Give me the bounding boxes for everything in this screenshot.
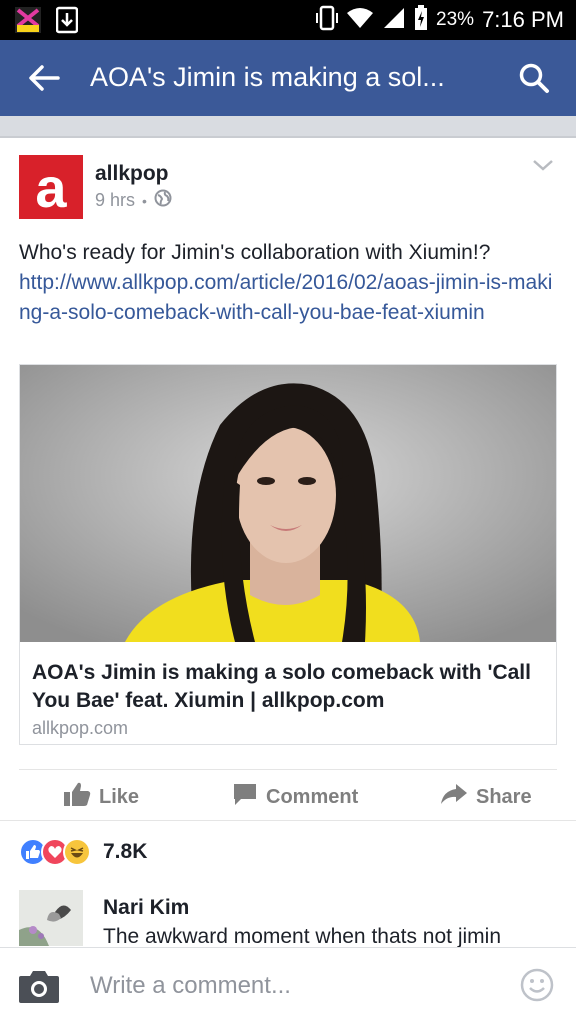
post-link[interactable]: http://www.allkpop.com/article/2016/02/a… bbox=[19, 268, 559, 328]
post-text: Who's ready for Jimin's collaboration wi… bbox=[19, 241, 491, 264]
avatar-letter: a bbox=[35, 156, 67, 219]
app-notification-icon bbox=[14, 6, 42, 39]
camera-icon[interactable] bbox=[18, 968, 60, 1004]
share-icon bbox=[440, 782, 468, 812]
download-icon bbox=[55, 6, 79, 39]
commenter-name[interactable]: Nari Kim bbox=[103, 896, 189, 920]
chevron-down-icon[interactable] bbox=[532, 158, 554, 172]
like-label: Like bbox=[99, 785, 140, 808]
emoji-icon[interactable] bbox=[520, 968, 554, 1002]
comment-text: The awkward moment when thats not jimin bbox=[103, 925, 502, 947]
page-name[interactable]: allkpop bbox=[95, 162, 169, 186]
reaction-count: 7.8K bbox=[103, 840, 148, 863]
share-label: Share bbox=[476, 785, 532, 808]
share-button[interactable]: Share bbox=[440, 782, 532, 812]
vibrate-icon bbox=[316, 5, 339, 36]
clock: 7:16 PM bbox=[482, 7, 564, 32]
actions-divider bbox=[19, 769, 557, 770]
page-title: AOA's Jimin is making a sol... bbox=[90, 62, 445, 92]
comment-button[interactable]: Comment bbox=[232, 782, 358, 812]
page-avatar[interactable]: a bbox=[19, 155, 83, 219]
meta-separator: • bbox=[142, 192, 147, 209]
like-button[interactable]: Like bbox=[63, 782, 139, 812]
status-bar: 23% 7:16 PM bbox=[0, 0, 576, 40]
link-preview-card[interactable]: AOA's Jimin is making a solo comeback wi… bbox=[19, 364, 557, 745]
comment-input[interactable]: Write a comment... bbox=[90, 972, 291, 1000]
battery-percent: 23% bbox=[436, 9, 475, 30]
battery-charging-icon bbox=[414, 4, 428, 36]
post-time[interactable]: 9 hrs bbox=[95, 190, 135, 211]
link-preview-domain: allkpop.com bbox=[32, 718, 129, 738]
commenter-avatar[interactable] bbox=[19, 890, 83, 946]
wifi-icon bbox=[346, 6, 374, 35]
haha-reaction-icon bbox=[63, 838, 91, 866]
search-icon[interactable] bbox=[518, 62, 550, 94]
comment-composer: Write a comment... bbox=[0, 947, 576, 1024]
back-arrow-icon[interactable] bbox=[24, 60, 64, 96]
globe-icon bbox=[154, 189, 172, 212]
link-preview-image[interactable] bbox=[20, 365, 556, 642]
signal-icon bbox=[382, 6, 406, 35]
actions-divider-bottom bbox=[0, 820, 576, 821]
feed-separator-line bbox=[0, 136, 576, 138]
post-meta: 9 hrs • bbox=[95, 189, 172, 212]
reactions-summary[interactable]: 7.8K bbox=[19, 838, 147, 866]
thumbs-up-icon bbox=[63, 781, 91, 813]
comment-label: Comment bbox=[266, 785, 359, 808]
comment-icon bbox=[232, 781, 258, 813]
feed-separator bbox=[0, 116, 576, 136]
link-preview-title[interactable]: AOA's Jimin is making a solo comeback wi… bbox=[32, 659, 544, 715]
app-bar: AOA's Jimin is making a sol... bbox=[0, 40, 576, 116]
